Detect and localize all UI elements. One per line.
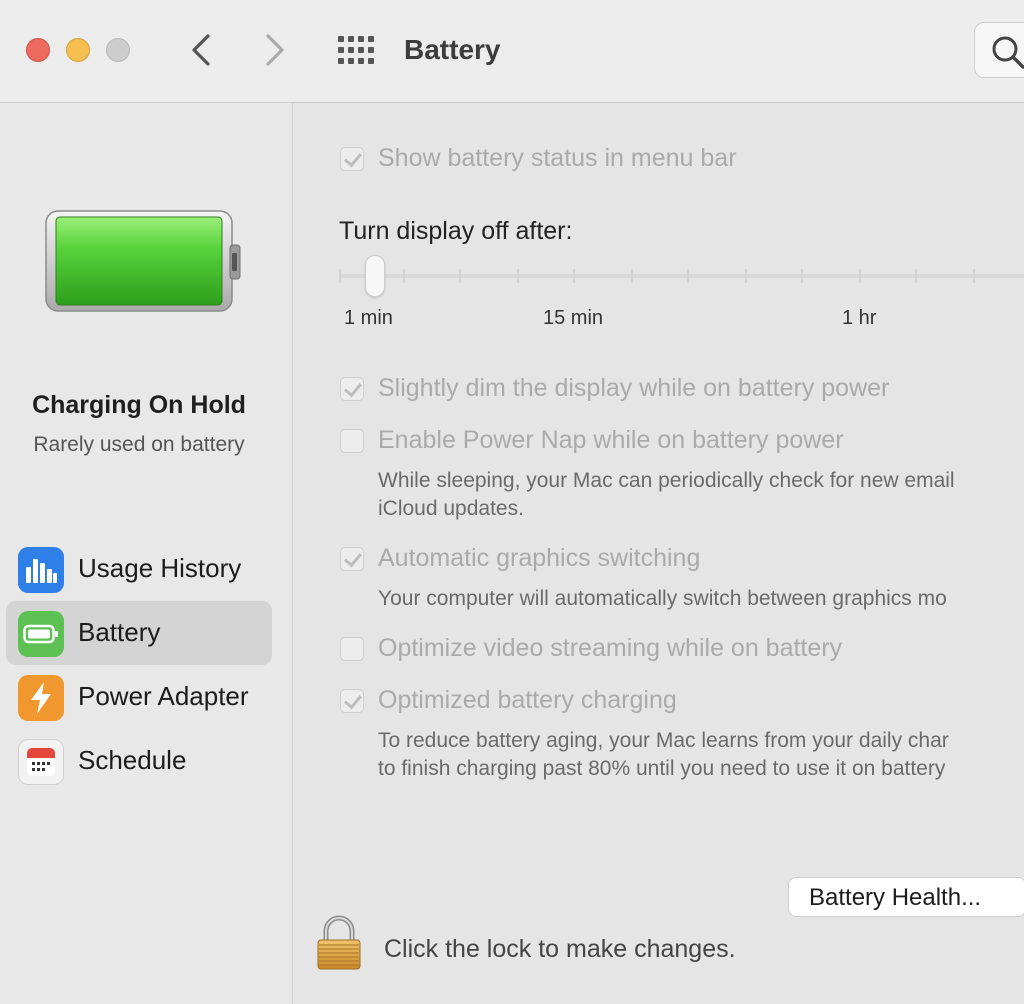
calendar-icon xyxy=(18,739,64,785)
chevron-left-icon xyxy=(192,34,210,66)
graphics-switching-description: Your computer will automatically switch … xyxy=(378,587,947,610)
window-title: Battery xyxy=(404,34,501,65)
battery-settings-pane: Show battery status in menu bar Turn dis… xyxy=(293,103,1024,1004)
lock-message: Click the lock to make changes. xyxy=(384,935,736,963)
sidebar-item-label: Battery xyxy=(78,617,161,647)
battery-status-image xyxy=(44,209,244,318)
sidebar-item-label: Power Adapter xyxy=(78,681,249,711)
search-field[interactable] xyxy=(974,22,1024,78)
sidebar-item-label: Schedule xyxy=(78,745,187,775)
close-window-button[interactable] xyxy=(26,38,50,62)
slider-tick xyxy=(801,269,803,283)
battery-health-button[interactable]: Battery Health... xyxy=(788,877,1024,917)
search-icon xyxy=(992,36,1024,69)
show-battery-status-label: Show battery status in menu bar xyxy=(378,144,737,172)
slider-knob[interactable] xyxy=(365,255,385,297)
sidebar: Charging On Hold Rarely used on battery … xyxy=(0,103,293,1004)
padlock-icon xyxy=(317,915,361,970)
slider-tick xyxy=(403,269,405,283)
sidebar-item-schedule[interactable]: Schedule xyxy=(6,729,272,793)
slider-tick-label: 1 hr xyxy=(842,307,877,329)
zoom-window-button[interactable] xyxy=(106,38,130,62)
title-bar: Battery xyxy=(0,0,1024,103)
display-off-slider-label: Turn display off after: xyxy=(339,217,573,245)
dim-display-label: Slightly dim the display while on batter… xyxy=(378,374,890,402)
slider-tick xyxy=(915,269,917,283)
chevron-right-icon xyxy=(266,34,284,66)
minimize-window-button[interactable] xyxy=(66,38,90,62)
sidebar-item-battery[interactable]: Battery xyxy=(6,601,272,665)
optimized-charging-label: Optimized battery charging xyxy=(378,686,677,714)
optimized-charging-description: To reduce battery aging, your Mac learns… xyxy=(378,729,949,752)
battery-icon xyxy=(18,611,64,657)
graphics-switching-label: Automatic graphics switching xyxy=(378,544,701,572)
slider-tick-label: 1 min xyxy=(344,307,393,329)
slider-tick xyxy=(631,269,633,283)
slider-tick xyxy=(973,269,975,283)
power-nap-label: Enable Power Nap while on battery power xyxy=(378,426,844,454)
power-nap-description: While sleeping, your Mac can periodicall… xyxy=(378,469,955,492)
show-battery-status-checkbox[interactable] xyxy=(340,147,364,171)
optimized-charging-description-continued: to finish charging past 80% until you ne… xyxy=(378,757,946,780)
battery-status-subtitle: Rarely used on battery xyxy=(33,433,245,456)
power-nap-description-continued: iCloud updates. xyxy=(378,497,524,520)
grid-icon xyxy=(338,36,374,64)
slider-track[interactable] xyxy=(339,274,1024,278)
large-battery-icon xyxy=(45,210,241,312)
slider-tick xyxy=(745,269,747,283)
slider-tick xyxy=(859,269,861,283)
slider-tick-label: 15 min xyxy=(543,307,604,329)
slider-tick xyxy=(517,269,519,283)
battery-status-title: Charging On Hold xyxy=(32,391,246,419)
sidebar-item-label: Usage History xyxy=(78,553,242,583)
back-button[interactable] xyxy=(186,30,216,70)
slider-tick xyxy=(573,269,575,283)
video-streaming-label: Optimize video streaming while on batter… xyxy=(378,634,843,662)
lock-button[interactable] xyxy=(315,915,363,976)
power-nap-checkbox[interactable] xyxy=(340,429,364,453)
forward-button[interactable] xyxy=(260,30,290,70)
slider-tick xyxy=(459,269,461,283)
slider-tick xyxy=(687,269,689,283)
dim-display-checkbox[interactable] xyxy=(340,377,364,401)
lightning-icon xyxy=(18,675,64,721)
bar-chart-icon xyxy=(18,547,64,593)
optimized-charging-checkbox[interactable] xyxy=(340,689,364,713)
sidebar-item-power-adapter[interactable]: Power Adapter xyxy=(6,665,272,729)
slider-tick xyxy=(339,269,341,283)
graphics-switching-checkbox[interactable] xyxy=(340,547,364,571)
show-all-grid-button[interactable] xyxy=(338,36,376,64)
sidebar-item-usage-history[interactable]: Usage History xyxy=(6,537,272,601)
video-streaming-checkbox[interactable] xyxy=(340,637,364,661)
